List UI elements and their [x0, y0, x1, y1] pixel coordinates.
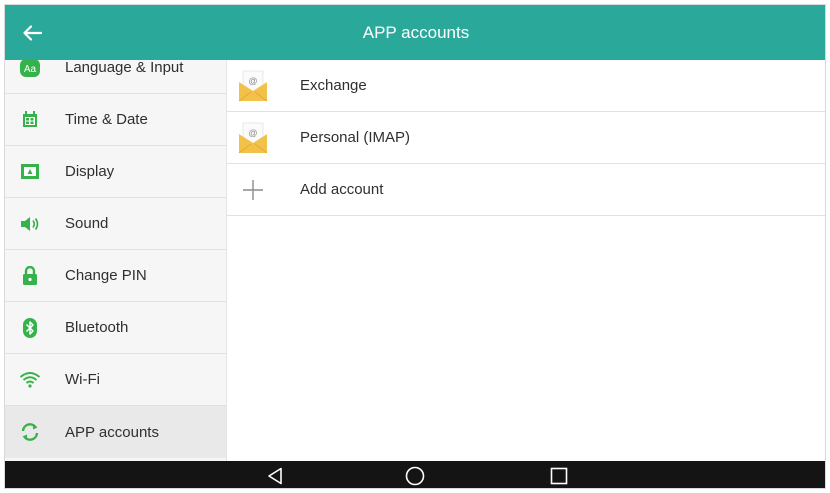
speaker-icon [19, 213, 41, 235]
account-label: Exchange [300, 77, 367, 94]
account-personal-imap[interactable]: @ Personal (IMAP) [227, 112, 825, 164]
svg-text:Aa: Aa [24, 64, 37, 75]
sidebar-item-sound[interactable]: Sound [5, 198, 226, 250]
sidebar-item-label: Bluetooth [65, 319, 129, 336]
sidebar-item-label: Language & Input [65, 60, 184, 76]
accounts-list: @ Exchange @ Personal (IMAP) Add account [227, 60, 825, 461]
plus-icon [235, 172, 271, 208]
sync-icon [19, 421, 41, 443]
nav-home-button[interactable] [397, 463, 433, 488]
wifi-icon [19, 369, 41, 391]
add-account-button[interactable]: Add account [227, 164, 825, 216]
nav-back-button[interactable] [257, 463, 293, 488]
sidebar-item-display[interactable]: Display [5, 146, 226, 198]
sidebar-item-language-input[interactable]: Aa Language & Input [5, 60, 226, 94]
sidebar-item-label: Change PIN [65, 267, 147, 284]
sidebar-item-app-accounts[interactable]: APP accounts [5, 406, 226, 458]
svg-text:@: @ [248, 76, 257, 86]
bluetooth-icon [19, 317, 41, 339]
home-circle-icon [405, 466, 425, 486]
recents-square-icon [550, 467, 568, 485]
sidebar-item-label: Display [65, 163, 115, 180]
display-icon [19, 161, 41, 183]
email-envelope-icon: @ [235, 68, 271, 104]
lock-icon [19, 265, 41, 287]
account-label: Personal (IMAP) [300, 129, 411, 146]
account-label: Add account [300, 181, 384, 198]
back-triangle-icon [268, 467, 282, 485]
settings-screen: APP accounts Aa Language & Input Time & … [4, 4, 826, 489]
svg-text:@: @ [248, 128, 257, 138]
sidebar-item-label: Time & Date [65, 111, 148, 128]
settings-sidebar: Aa Language & Input Time & Date Display … [5, 60, 227, 461]
language-icon: Aa [19, 60, 41, 79]
email-envelope-icon: @ [235, 120, 271, 156]
sidebar-item-label: APP accounts [65, 423, 159, 441]
sidebar-item-change-pin[interactable]: Change PIN [5, 250, 226, 302]
sidebar-item-wifi[interactable]: Wi-Fi [5, 354, 226, 406]
nav-recents-button[interactable] [541, 463, 577, 488]
account-exchange[interactable]: @ Exchange [227, 60, 825, 112]
title-bar: APP accounts [5, 5, 825, 60]
sidebar-item-label: Wi-Fi [65, 371, 100, 388]
sidebar-item-bluetooth[interactable]: Bluetooth [5, 302, 226, 354]
calendar-icon [19, 109, 41, 131]
page-title: APP accounts [362, 23, 470, 42]
sidebar-item-time-date[interactable]: Time & Date [5, 94, 226, 146]
system-navigation-bar [5, 461, 825, 488]
sidebar-item-label: Sound [65, 215, 109, 232]
